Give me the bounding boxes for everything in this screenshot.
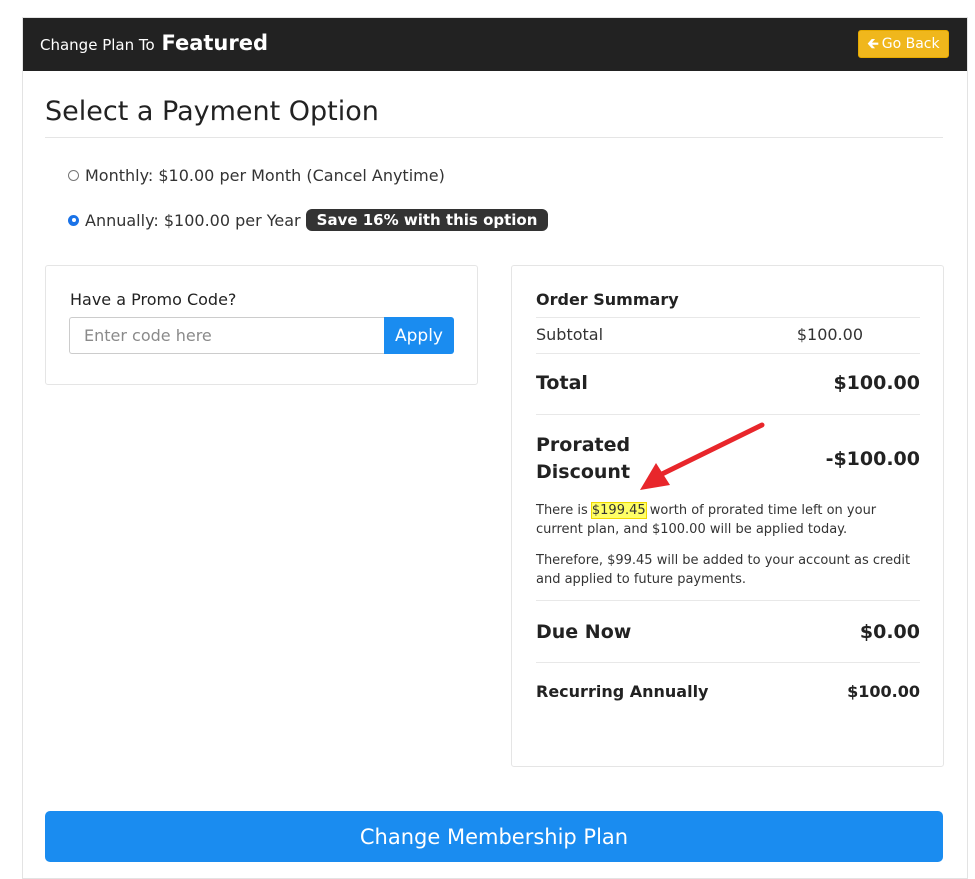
recurring-value: $100.00 [847, 682, 920, 701]
prorated-label-line2: Discount [536, 461, 631, 483]
change-membership-plan-button[interactable]: Change Membership Plan [45, 811, 943, 862]
promo-code-input[interactable] [69, 317, 385, 354]
annual-option[interactable]: Annually: $100.00 per Year Save 16% with… [68, 209, 549, 231]
savings-badge: Save 16% with this option [305, 209, 549, 231]
due-now-label: Due Now [536, 621, 632, 643]
highlighted-prorated-amount: $199.45 [590, 502, 647, 519]
annual-option-label: Annually: $100.00 per Year [85, 210, 301, 230]
recurring-label: Recurring Annually [536, 682, 709, 701]
annual-radio[interactable] [68, 214, 79, 226]
prorated-discount-value: -$100.00 [825, 448, 920, 470]
go-back-button[interactable]: 🡰 Go Back [858, 30, 949, 58]
header-prefix: Change Plan To [40, 36, 155, 54]
total-label: Total [536, 372, 588, 394]
monthly-option[interactable]: Monthly: $10.00 per Month (Cancel Anytim… [68, 166, 445, 185]
prorated-time-note: There is $199.45 worth of prorated time … [536, 501, 922, 539]
change-plan-panel: Change Plan To Featured 🡰 Go Back Select … [22, 17, 968, 879]
subtotal-value: $100.00 [796, 325, 863, 344]
apply-button[interactable]: Apply [384, 317, 454, 354]
promo-code-box: Have a Promo Code? Apply [45, 265, 478, 385]
note-text-pre: There is [536, 503, 592, 518]
divider [536, 353, 920, 354]
divider [536, 662, 920, 663]
prorated-label-line1: Prorated [536, 434, 631, 456]
subtotal-label: Subtotal [536, 325, 604, 344]
header-title: Change Plan To Featured [40, 31, 268, 55]
credit-note: Therefore, $99.45 will be added to your … [536, 553, 911, 587]
panel-header: Change Plan To Featured 🡰 Go Back [23, 18, 967, 71]
red-arrow-annotation [640, 422, 765, 490]
divider [536, 600, 920, 601]
arrow-left-icon: 🡰 [867, 36, 879, 52]
order-summary-heading: Order Summary [536, 290, 679, 309]
page-title: Select a Payment Option [45, 96, 379, 127]
header-plan-name: Featured [161, 31, 268, 55]
order-summary-box: Order Summary Subtotal $100.00 Total $10… [511, 265, 944, 767]
monthly-radio[interactable] [68, 170, 79, 181]
due-now-value: $0.00 [859, 621, 920, 643]
divider [536, 317, 920, 318]
promo-code-label: Have a Promo Code? [70, 290, 237, 309]
prorated-discount-label: Prorated Discount [536, 432, 630, 486]
monthly-option-label: Monthly: $10.00 per Month (Cancel Anytim… [85, 166, 445, 185]
title-divider [45, 137, 943, 138]
go-back-label: Go Back [881, 36, 940, 52]
total-value: $100.00 [833, 372, 920, 394]
